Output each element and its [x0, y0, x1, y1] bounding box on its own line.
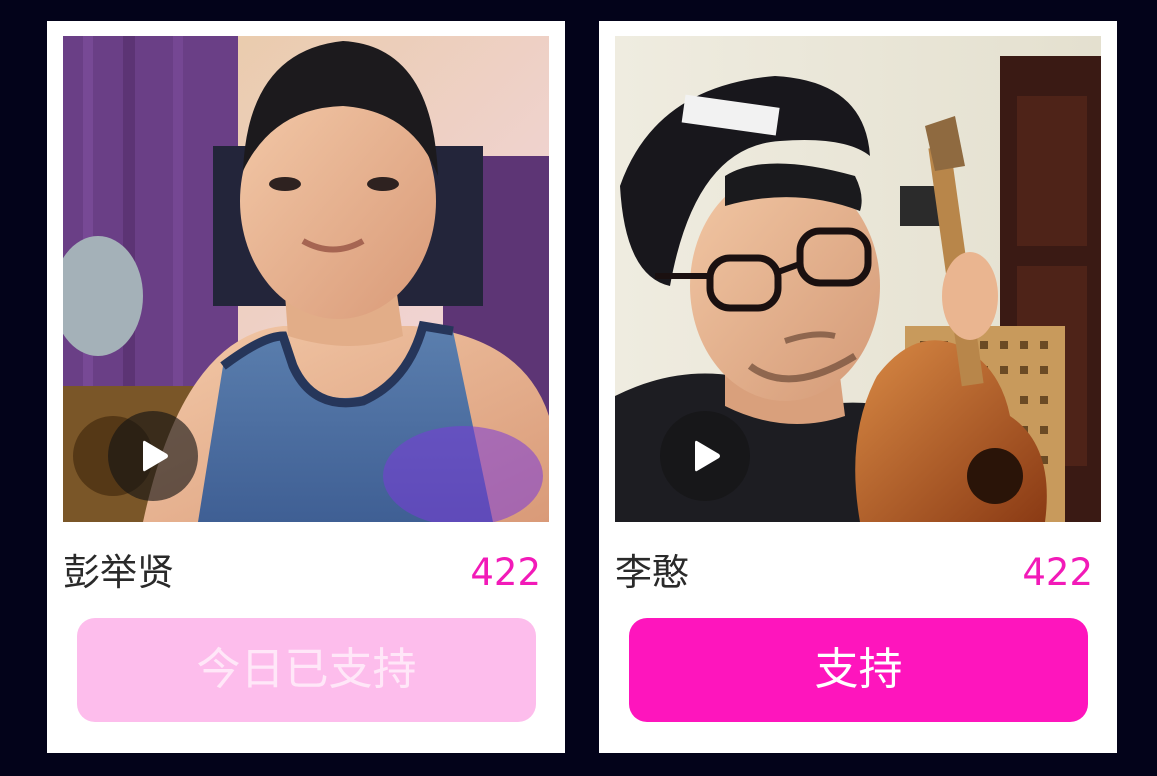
play-icon [143, 440, 168, 472]
contestant-video-thumbnail[interactable] [615, 36, 1101, 522]
contestant-name: 李憨 [615, 551, 689, 594]
supported-today-button[interactable]: 今日已支持 [77, 618, 536, 722]
contestant-video-thumbnail[interactable] [63, 36, 549, 522]
vote-count: 422 [1022, 551, 1093, 594]
vote-count: 422 [470, 551, 541, 594]
play-video-button[interactable] [108, 411, 198, 501]
contestant-name: 彭举贤 [63, 551, 174, 594]
contestant-card: 彭举贤 422 今日已支持 [47, 21, 565, 753]
contestant-card: 李憨 422 支持 [599, 21, 1117, 753]
play-video-button[interactable] [660, 411, 750, 501]
support-button[interactable]: 支持 [629, 618, 1088, 722]
play-icon [695, 440, 720, 472]
